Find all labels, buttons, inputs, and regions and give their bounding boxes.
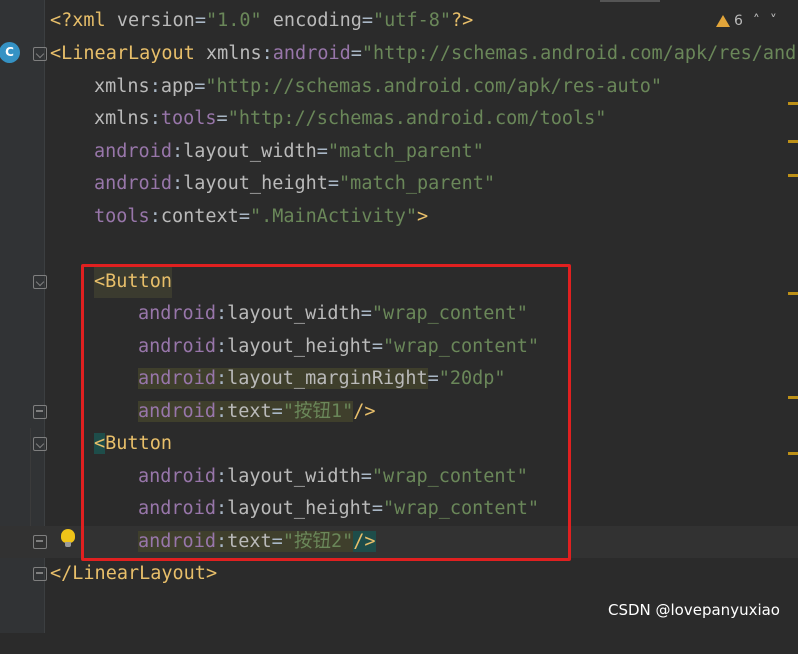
attr-colon: : [149, 76, 161, 97]
lightbulb-icon[interactable] [61, 529, 75, 547]
attr-value: "http://schemas.android.com/apk/res-auto… [205, 76, 663, 97]
tag-open-bracket: </ [50, 563, 73, 584]
attr-name: app [160, 76, 195, 97]
xml-decl-open: <? [50, 10, 73, 31]
attr-namespace: xmlns [94, 108, 150, 129]
attr-value: "http://schemas.android.com/apk/res/andr [361, 43, 798, 64]
fold-end-icon[interactable] [33, 535, 47, 549]
attr-colon: : [149, 206, 161, 227]
value-encoding: "utf-8" [373, 10, 452, 31]
warning-stripe-mark[interactable] [788, 174, 798, 177]
code-line-18[interactable]: </LinearLayout> [0, 558, 798, 590]
attr-name: layout_height [183, 173, 328, 194]
attr-encoding: encoding [261, 10, 362, 31]
attr-value: "match_parent" [339, 173, 495, 194]
tag-name: LinearLayout [61, 43, 195, 64]
xml-decl-name: xml [72, 10, 106, 31]
attr-value: "http://schemas.android.com/tools" [227, 108, 607, 129]
code-line-5[interactable]: android:layout_width="match_parent" [0, 136, 798, 168]
fold-collapse-icon[interactable] [33, 437, 47, 451]
fold-end-icon[interactable] [33, 405, 47, 419]
attr-name: android [272, 43, 351, 64]
tag-name: LinearLayout [72, 563, 206, 584]
attr-value: ".MainActivity" [249, 206, 418, 227]
tag-open-bracket: < [50, 43, 62, 64]
scroll-indicator [600, 0, 660, 2]
tag-close-bracket: > [205, 563, 218, 584]
fold-collapse-icon[interactable] [33, 275, 47, 289]
warning-stripe-mark[interactable] [788, 292, 798, 295]
attr-namespace: xmlns [94, 76, 150, 97]
warning-stripe-mark[interactable] [788, 396, 798, 399]
attr-name: tools [160, 108, 217, 129]
attr-colon: : [171, 141, 184, 162]
attr-name: context [160, 206, 239, 227]
attr-value: "match_parent" [327, 141, 484, 162]
attr-equals: = [238, 206, 250, 227]
attr-colon: : [149, 108, 161, 129]
attr-colon: : [171, 173, 184, 194]
xml-decl-close: ?> [451, 10, 474, 31]
code-line-8[interactable] [0, 233, 798, 265]
attr-equals: = [316, 141, 328, 162]
attr-equals: = [216, 108, 228, 129]
watermark: CSDN @lovepanyuxiao [607, 601, 780, 619]
code-line-1[interactable]: <?xml version="1.0" encoding="utf-8"?> [0, 5, 798, 37]
attr-namespace: xmlns [205, 43, 262, 64]
attr-namespace: tools [94, 206, 150, 227]
attr-name: layout_width [183, 141, 317, 162]
fold-collapse-icon[interactable] [33, 47, 47, 61]
attr-equals: = [350, 43, 362, 64]
attr-equals: = [327, 173, 340, 194]
code-line-2[interactable]: <LinearLayout xmlns:android="http://sche… [0, 38, 798, 70]
highlight-annotation-box [81, 264, 571, 561]
code-line-3[interactable]: xmlns:app="http://schemas.android.com/ap… [0, 71, 798, 103]
tag-close-bracket: > [417, 206, 429, 227]
warning-stripe-mark[interactable] [788, 102, 798, 105]
attr-namespace: android [94, 173, 172, 194]
code-line-4[interactable]: xmlns:tools="http://schemas.android.com/… [0, 103, 798, 135]
attr-namespace: android [94, 141, 172, 162]
attr-version: version [105, 10, 195, 31]
code-line-7[interactable]: tools:context=".MainActivity"> [0, 201, 798, 233]
attr-colon: : [261, 43, 273, 64]
code-line-6[interactable]: android:layout_height="match_parent" [0, 168, 798, 200]
fold-end-icon[interactable] [33, 567, 47, 581]
warning-stripe-mark[interactable] [788, 140, 798, 143]
value-version: "1.0" [205, 10, 262, 31]
warning-stripe-mark[interactable] [788, 452, 798, 455]
attr-equals: = [194, 76, 206, 97]
